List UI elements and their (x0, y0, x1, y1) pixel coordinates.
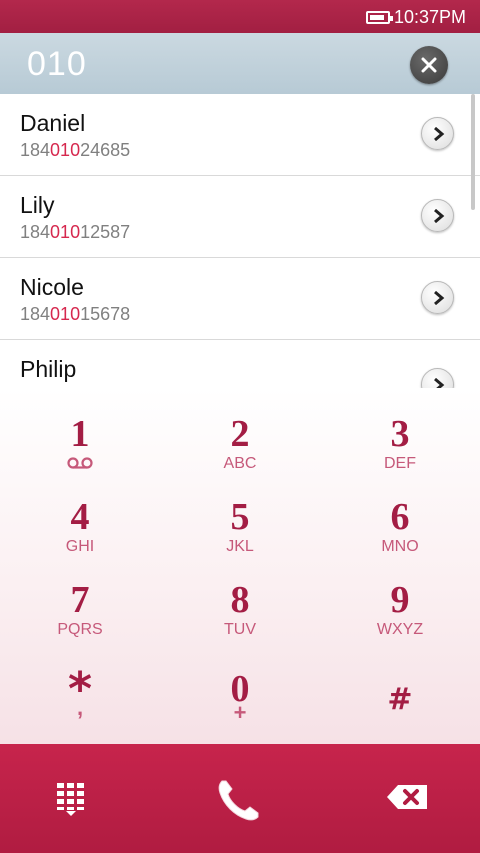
dialed-number: 010 (27, 45, 87, 83)
chevron-right-icon (434, 127, 445, 141)
key-star[interactable]: * , (0, 644, 160, 727)
status-bar: 10:37PM (0, 0, 480, 33)
contact-name: Daniel (20, 110, 86, 136)
status-time: 10:37PM (394, 7, 467, 27)
list-item[interactable]: Philip (0, 340, 480, 388)
chevron-right-icon (434, 378, 445, 388)
dialpad: 1 2 ABC 3 DEF 4 GHI 5 JKL 6 MNO 7 PQRS 8… (0, 388, 480, 744)
voicemail-icon (67, 457, 93, 469)
key-3[interactable]: 3 DEF (320, 388, 480, 472)
key-digit: 8 (230, 579, 250, 621)
battery-icon (366, 11, 393, 24)
key-0[interactable]: 0 + (160, 644, 320, 727)
key-digit: 5 (230, 496, 250, 538)
list-scrollbar[interactable] (471, 94, 475, 210)
clear-button[interactable] (410, 46, 448, 84)
dialed-number-bar: 010 (0, 33, 480, 94)
contact-name: Lily (20, 192, 55, 218)
key-8[interactable]: 8 TUV (160, 554, 320, 638)
list-item[interactable]: Daniel 18401024685 (0, 94, 480, 176)
dialpad-toggle-button[interactable] (41, 769, 101, 829)
list-item[interactable]: Lily 18401012587 (0, 176, 480, 258)
key-digit: # (387, 682, 413, 717)
phone-icon (218, 780, 259, 821)
backspace-icon (387, 785, 427, 809)
key-letters: PQRS (57, 621, 103, 638)
contact-list[interactable]: Daniel 18401024685 Lily 18401012587 Nico… (0, 94, 480, 388)
key-letters: + (233, 700, 247, 725)
key-digit: 1 (70, 413, 90, 455)
contact-name: Philip (20, 356, 77, 382)
key-7[interactable]: 7 PQRS (0, 554, 160, 638)
key-letters: , (76, 695, 84, 720)
key-5[interactable]: 5 JKL (160, 471, 320, 555)
contact-number: 18401012587 (20, 222, 131, 242)
list-item[interactable]: Nicole 18401015678 (0, 258, 480, 340)
close-icon (421, 57, 437, 73)
chevron-right-icon (434, 209, 445, 223)
key-digit: 9 (390, 579, 410, 621)
key-6[interactable]: 6 MNO (320, 471, 480, 555)
key-digit: 6 (390, 496, 410, 538)
battery-fill (370, 15, 384, 20)
call-button[interactable] (206, 769, 270, 829)
key-letters: TUV (224, 621, 256, 638)
key-digit: 4 (70, 496, 90, 538)
bottom-action-bar (0, 744, 480, 853)
dialpad-icon (57, 783, 84, 816)
contact-detail-button[interactable] (421, 368, 454, 388)
chevron-right-icon (434, 291, 445, 305)
contact-number: 18401024685 (20, 140, 131, 160)
key-digit: 3 (390, 413, 410, 455)
contact-detail-button[interactable] (421, 199, 454, 232)
contact-number: 18401015678 (20, 304, 131, 324)
backspace-button[interactable] (378, 769, 438, 829)
key-letters: WXYZ (376, 621, 424, 638)
key-9[interactable]: 9 WXYZ (320, 554, 480, 638)
key-1[interactable]: 1 (0, 388, 160, 471)
key-digit: 7 (70, 579, 90, 621)
contact-detail-button[interactable] (421, 281, 454, 314)
key-hash[interactable]: # (320, 644, 480, 727)
contact-name: Nicole (20, 274, 84, 300)
key-4[interactable]: 4 GHI (0, 471, 160, 555)
contact-detail-button[interactable] (421, 117, 454, 150)
key-digit: 2 (230, 413, 250, 455)
key-2[interactable]: 2 ABC (160, 388, 320, 472)
